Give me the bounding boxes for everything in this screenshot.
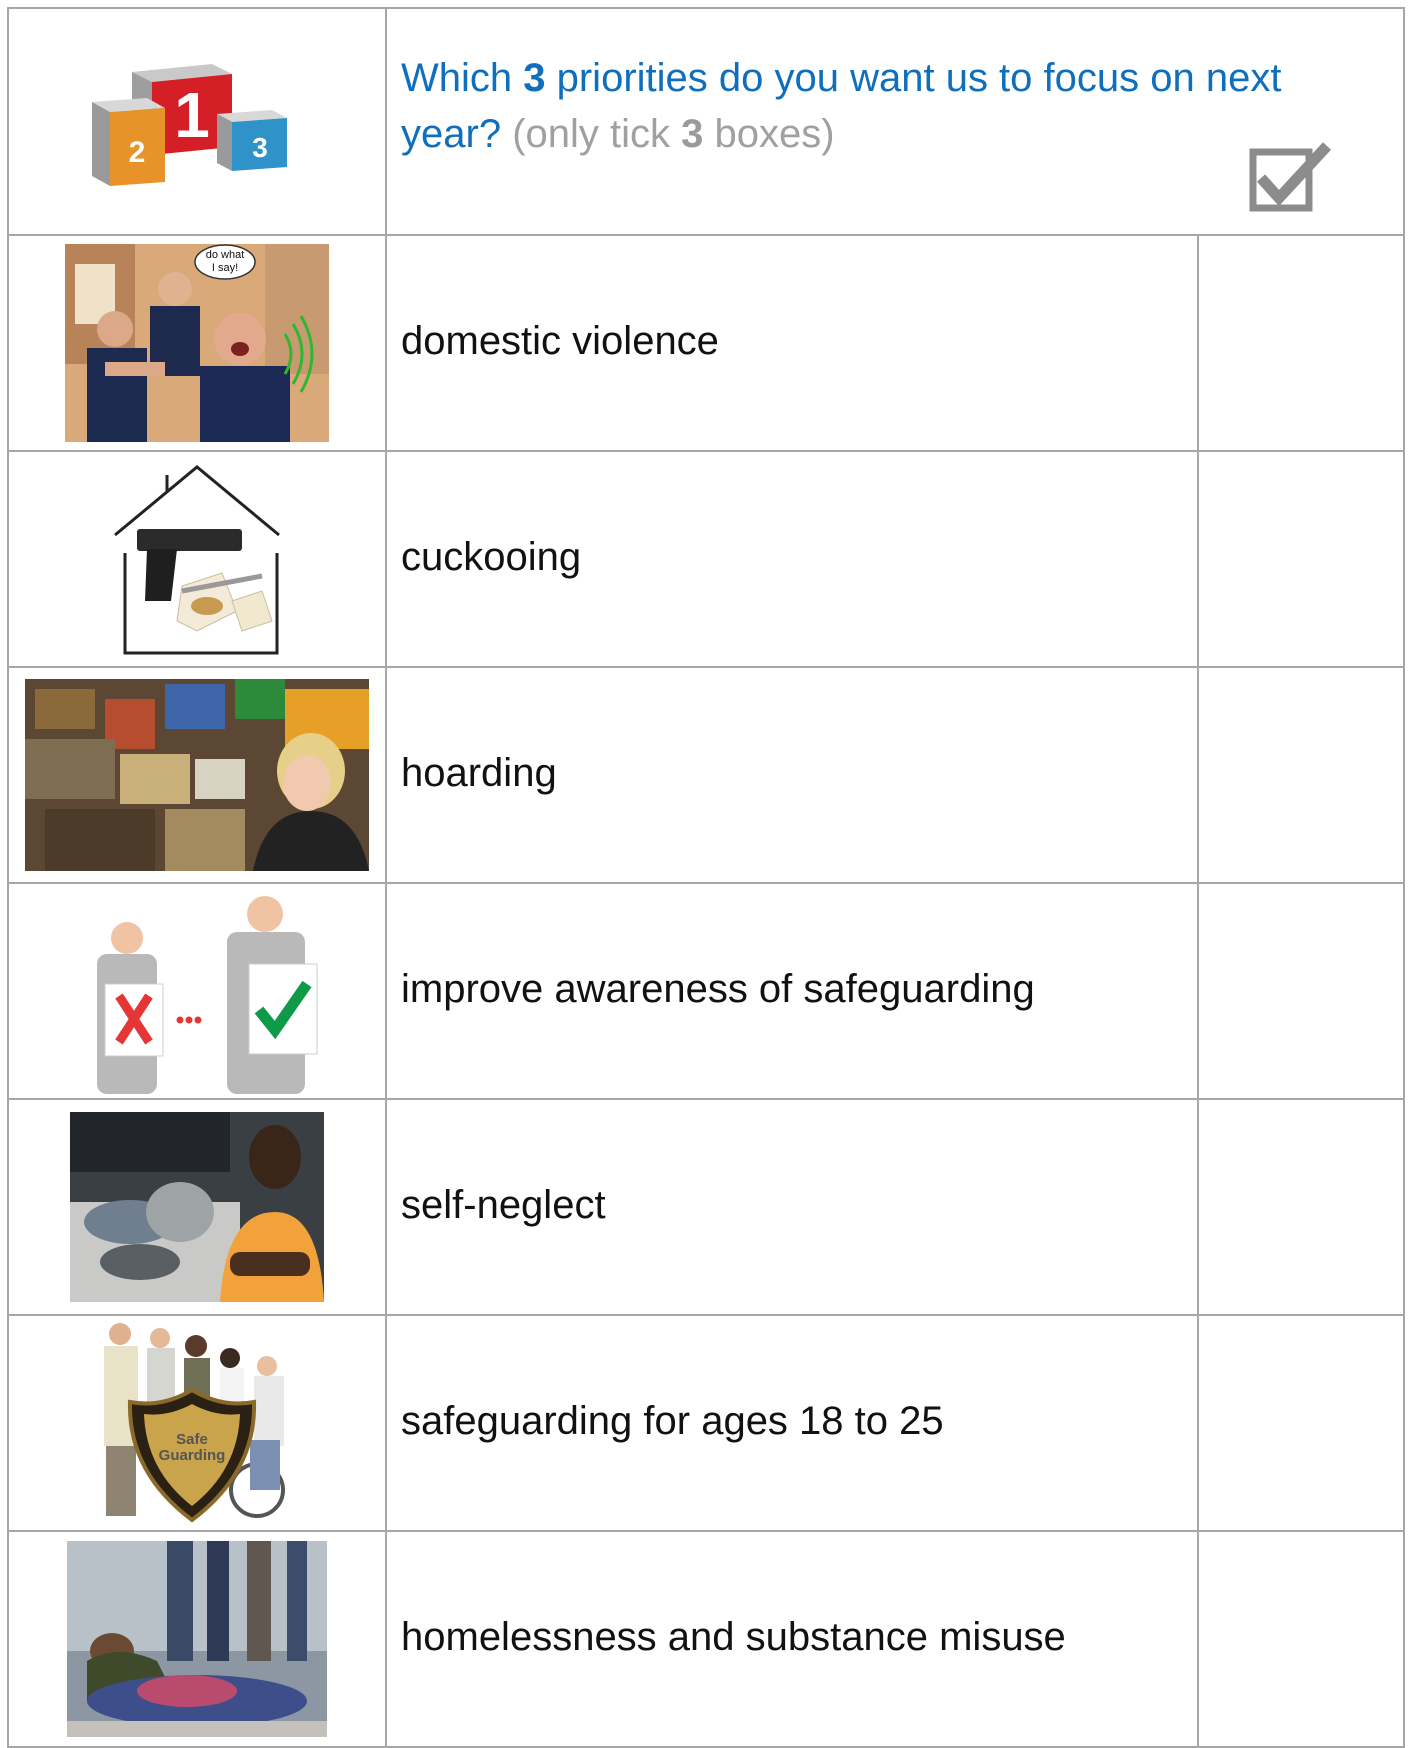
podium-icon: 2 1 3 xyxy=(92,63,287,186)
priority-row: homelessness and substance misuse xyxy=(7,1530,1405,1748)
priority-row: do what I say! domestic violence xyxy=(7,234,1405,452)
priority-tick-box[interactable] xyxy=(1197,450,1405,668)
priority-row: hoarding xyxy=(7,666,1405,884)
dirty-dishes-illustration xyxy=(70,1112,324,1302)
priority-tick-box[interactable] xyxy=(1197,666,1405,884)
house-gun-syringe-illustration xyxy=(114,465,280,655)
priorities-table: 2 1 3 Which 3 priorities do you want us … xyxy=(7,7,1405,1748)
safeguarding-shield-group-illustration: Safe Guarding xyxy=(104,1323,285,1523)
priority-image-cell xyxy=(7,1098,387,1316)
svg-text:I say!: I say! xyxy=(212,262,238,274)
priority-row: Safe Guarding safeguarding for ages 18 t… xyxy=(7,1314,1405,1532)
podium-label-1: 1 xyxy=(174,79,210,151)
priority-tick-box[interactable] xyxy=(1197,1314,1405,1532)
priority-row: improve awareness of safeguarding xyxy=(7,882,1405,1100)
priority-row: self-neglect xyxy=(7,1098,1405,1316)
priority-tick-box[interactable] xyxy=(1197,1098,1405,1316)
priority-image-cell xyxy=(7,666,387,884)
wrong-to-right-illustration xyxy=(97,896,318,1094)
priority-label: cuckooing xyxy=(385,450,1199,668)
homeless-person-illustration xyxy=(67,1541,327,1737)
priority-label: self-neglect xyxy=(385,1098,1199,1316)
priority-tick-box[interactable] xyxy=(1197,1530,1405,1748)
priority-image-cell xyxy=(7,1530,387,1748)
header-row: 2 1 3 Which 3 priorities do you want us … xyxy=(7,7,1405,236)
checkbox-tick-icon xyxy=(1249,142,1332,212)
shield-text-guarding: Guarding xyxy=(159,1447,226,1464)
priority-row: cuckooing xyxy=(7,450,1405,668)
priority-label: homelessness and substance misuse xyxy=(385,1530,1199,1748)
tick-hint: (only tick 3 boxes) xyxy=(512,111,835,156)
question-text: Which 3 priorities do you want us to foc… xyxy=(401,55,1282,156)
domestic-violence-illustration: do what I say! xyxy=(65,244,329,442)
question-cell: Which 3 priorities do you want us to foc… xyxy=(385,7,1405,236)
podium-label-2: 2 xyxy=(129,136,146,169)
priority-tick-box[interactable] xyxy=(1197,882,1405,1100)
priority-label: domestic violence xyxy=(385,234,1199,452)
hoarding-clutter-illustration xyxy=(25,679,369,871)
priority-label: improve awareness of safeguarding xyxy=(385,882,1199,1100)
priority-image-cell: Safe Guarding xyxy=(7,1314,387,1532)
priority-tick-box[interactable] xyxy=(1197,234,1405,452)
survey-frame: 2 1 3 Which 3 priorities do you want us … xyxy=(7,7,1405,1748)
priority-image-cell xyxy=(7,450,387,668)
priority-label: hoarding xyxy=(385,666,1199,884)
priority-label: safeguarding for ages 18 to 25 xyxy=(385,1314,1199,1532)
priority-image-cell: do what I say! xyxy=(7,234,387,452)
shield-text-safe: Safe xyxy=(176,1431,208,1448)
svg-text:do what: do what xyxy=(206,249,245,261)
priority-image-cell xyxy=(7,882,387,1100)
podium-label-3: 3 xyxy=(252,132,268,163)
podium-cell: 2 1 3 xyxy=(7,7,387,236)
